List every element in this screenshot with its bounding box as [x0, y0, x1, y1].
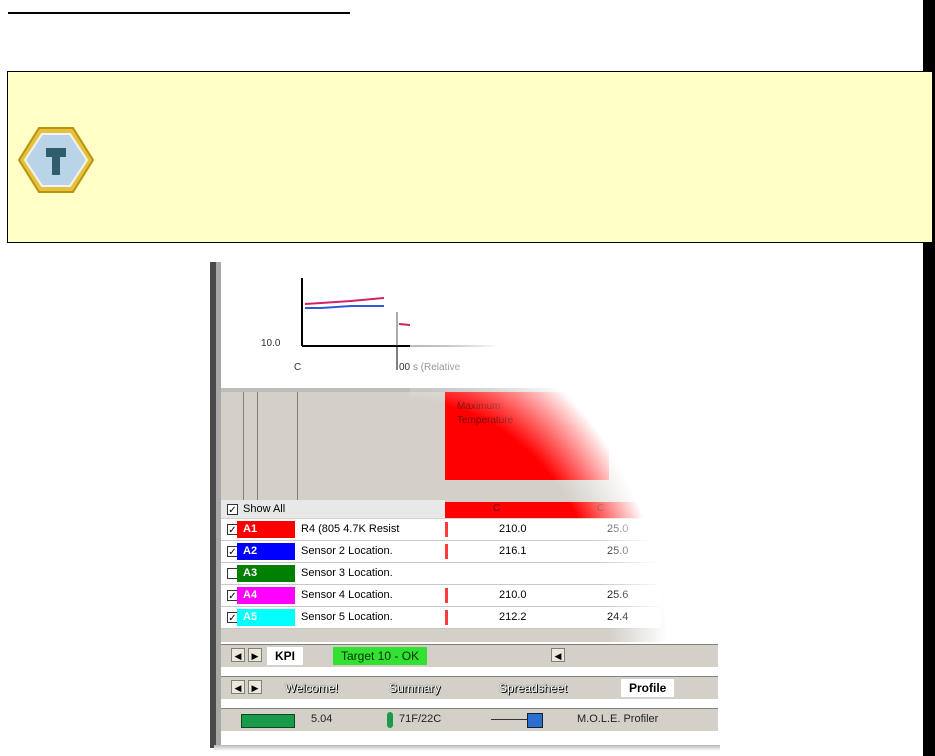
- second-value: 24.4: [607, 611, 629, 623]
- channel-label: Sensor 4 Location.: [301, 589, 393, 601]
- channel-badge: A2: [237, 543, 295, 560]
- cell-marker: [445, 522, 448, 537]
- grid-line: [257, 392, 258, 510]
- table-row[interactable]: ✓ A4 Sensor 4 Location. 210.0 25.6: [221, 585, 661, 607]
- grid-line: [297, 392, 298, 510]
- view-tab-bar: ◀ ▶ Welcome! Summary Spreadsheet Profile: [221, 676, 718, 699]
- device-name: M.O.L.E. Profiler: [577, 713, 659, 725]
- max-temp-value: 212.2: [499, 611, 527, 623]
- tab-spreadsheet[interactable]: Spreadsheet: [491, 679, 575, 697]
- series-magenta-2: [398, 323, 422, 327]
- x-tick-start: C: [294, 362, 301, 373]
- battery-value: 5.04: [311, 713, 333, 725]
- tip-box: [7, 71, 933, 243]
- temperature-value: 71F/22C: [399, 713, 442, 725]
- thermometer-icon: [387, 712, 393, 728]
- max-temp-value: 210.0: [499, 523, 527, 535]
- second-value: 25.0: [607, 545, 629, 557]
- software-screenshot: 10.0 C 00 s (Relative Maximum Temperatur…: [210, 262, 718, 748]
- tab-next-button[interactable]: ▶: [248, 648, 262, 662]
- table-row[interactable]: ✓ A1 R4 (805 4.7K Resist 210.0 25.0: [221, 519, 661, 541]
- cell-marker: [445, 566, 448, 581]
- y-tick-label: 10.0: [261, 338, 281, 349]
- table-row[interactable]: A3 Sensor 3 Location.: [221, 563, 661, 585]
- channel-label: R4 (805 4.7K Resist: [301, 523, 400, 535]
- top-rule: [8, 12, 350, 14]
- channel-label: Sensor 2 Location.: [301, 545, 393, 557]
- screenshot-shadow: [214, 745, 720, 751]
- channel-badge: A1: [237, 521, 295, 538]
- column-header-next[interactable]: [549, 392, 609, 480]
- sheet-tab-bar: ◀ ▶ KPI Target 10 - OK ◀: [221, 644, 718, 667]
- unit-row: [445, 502, 645, 518]
- tab-summary[interactable]: Summary: [381, 679, 448, 697]
- tab-profile[interactable]: Profile: [621, 679, 675, 697]
- scroll-left-button[interactable]: ◀: [551, 648, 565, 662]
- tab-kpi[interactable]: KPI: [267, 647, 304, 665]
- x-tick-mid: 00 s (Relative: [399, 362, 461, 373]
- tab-target[interactable]: Target 10 - OK: [333, 647, 428, 665]
- channel-label: Sensor 5 Location.: [301, 611, 393, 623]
- show-all-label: Show All: [243, 503, 286, 515]
- view-prev-button[interactable]: ◀: [231, 680, 245, 694]
- grid-line: [243, 392, 244, 510]
- view-next-button[interactable]: ▶: [248, 680, 262, 694]
- channel-label: Sensor 3 Location.: [301, 567, 393, 579]
- profile-chart: 10.0 C 00 s (Relative: [221, 262, 718, 388]
- cell-marker: [445, 610, 448, 625]
- show-all-checkbox[interactable]: ✓: [227, 504, 238, 516]
- channel-badge: A3: [237, 565, 295, 582]
- series-blue: [305, 305, 384, 309]
- channel-badge: A5: [237, 609, 295, 626]
- max-temp-value: 210.0: [499, 589, 527, 601]
- unit-label-2: C: [597, 503, 605, 514]
- cell-marker: [445, 588, 448, 603]
- second-value: 25.0: [607, 523, 629, 535]
- series-magenta: [304, 297, 385, 305]
- cable-icon: [491, 719, 527, 720]
- device-icon: [527, 713, 543, 728]
- column-header-label: Maximum Temperature: [457, 401, 514, 426]
- tip-icon: [17, 127, 95, 193]
- channel-badge: A4: [237, 587, 295, 604]
- unit-label-1: C: [493, 503, 501, 514]
- tab-prev-button[interactable]: ◀: [231, 648, 245, 662]
- status-bar: 5.04 71F/22C M.O.L.E. Profiler: [221, 708, 718, 731]
- cell-marker: [445, 544, 448, 559]
- second-value: 25.6: [607, 589, 629, 601]
- table-row[interactable]: ✓ A2 Sensor 2 Location. 216.1 25.0: [221, 541, 661, 563]
- table-row[interactable]: ✓ A5 Sensor 5 Location. 212.2 24.4: [221, 607, 661, 629]
- max-temp-value: 216.1: [499, 545, 527, 557]
- tab-welcome[interactable]: Welcome!: [277, 679, 346, 697]
- battery-icon: [241, 714, 295, 728]
- data-grid: Maximum Temperature ✓ Show All C C ✓ A1 R4…: [221, 392, 718, 642]
